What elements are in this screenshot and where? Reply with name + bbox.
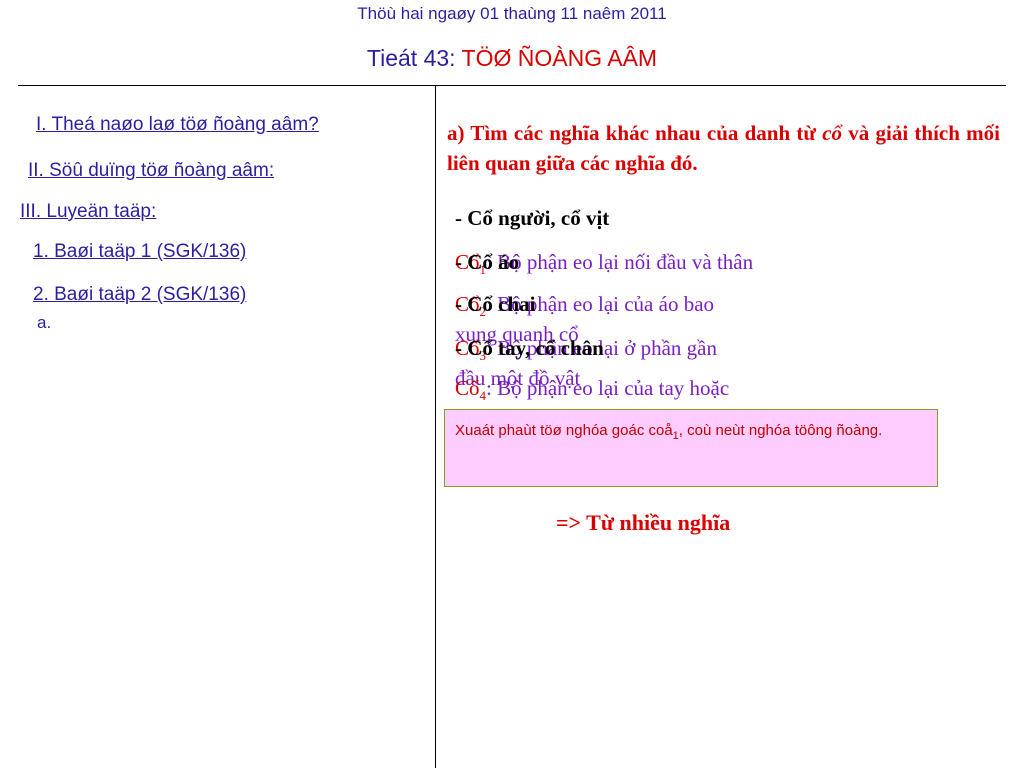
column-divider — [435, 86, 436, 768]
lesson-name: TÖØ ÑOÀNG AÂM — [461, 45, 658, 71]
outline-item-2[interactable]: II. Söû duïng töø ñoàng aâm: — [28, 160, 274, 182]
example-line-4: - Cổ tay, cổ chân — [455, 336, 604, 360]
note-box: Xuaát phaùt töø nghóa goác coå1, coù neù… — [444, 409, 938, 487]
example-line-3: - Cổ chai — [455, 292, 536, 316]
header-divider — [18, 85, 1006, 86]
example-line-1: - Cổ người, cổ vịt — [455, 206, 610, 230]
lesson-title: Tieát 43: TÖØ ÑOÀNG AÂM — [0, 45, 1024, 72]
conclusion-text: => Từ nhiều nghĩa — [556, 510, 731, 535]
task-prompt: a) Tìm các nghĩa khác nhau của danh từ c… — [447, 118, 1000, 178]
lesson-label: Tieát 43: — [366, 45, 462, 71]
exercise-2-link[interactable]: 2. Baøi taäp 2 (SGK/136) — [33, 284, 246, 306]
outline-item-1[interactable]: I. Theá naøo laø töø ñoàng aâm? — [36, 114, 319, 136]
example-line-2: - Cổ áo — [455, 250, 520, 274]
task-word: cổ — [822, 121, 843, 145]
definition-4: Cổ4: Bộ phận eo lại của tay hoặc — [455, 376, 730, 404]
sub-item-a: a. — [37, 313, 52, 332]
exercise-1-link[interactable]: 1. Baøi taäp 1 (SGK/136) — [33, 241, 246, 263]
outline-item-3[interactable]: III. Luyeän taäp: — [20, 201, 156, 223]
task-prefix: a) Tìm các nghĩa khác nhau của danh từ — [447, 121, 823, 145]
date-header: Thöù hai ngaøy 01 thaùng 11 naêm 2011 — [357, 4, 667, 23]
